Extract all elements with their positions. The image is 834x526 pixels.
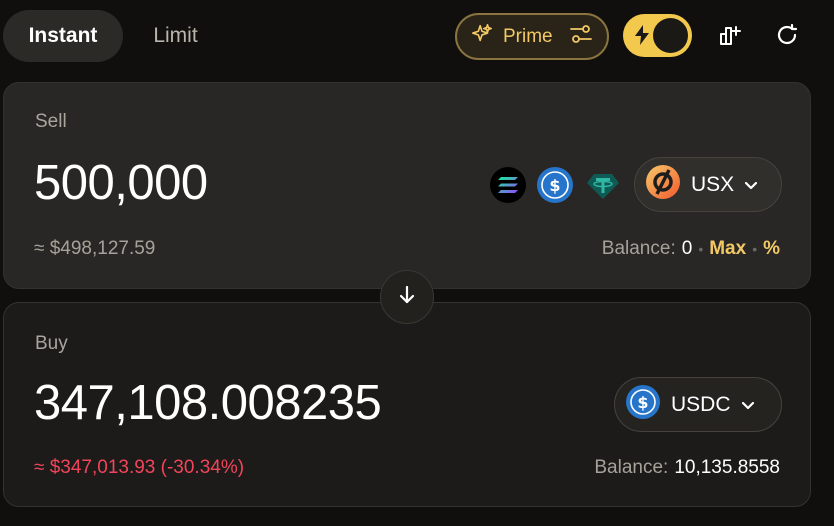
sell-balance: Balance: 0 • Max • % — [602, 238, 780, 260]
top-bar: Instant Limit Prime — [0, 0, 834, 72]
toggle-knob — [653, 18, 688, 53]
buy-balance-label: Balance: — [594, 457, 669, 478]
sell-balance-value: 0 — [681, 238, 693, 259]
sell-amount-input[interactable]: 500,000 — [34, 155, 208, 211]
arrow-down-icon — [398, 285, 416, 310]
usx-icon — [645, 164, 681, 206]
tab-limit[interactable]: Limit — [128, 10, 223, 62]
buy-label: Buy — [35, 333, 68, 354]
swap-widget: Instant Limit Prime Sell 500,000 $ USX ≈… — [0, 0, 834, 526]
separator-dot: • — [752, 241, 758, 257]
svg-text:$: $ — [549, 176, 560, 195]
percent-button[interactable]: % — [763, 238, 780, 260]
add-token-icon[interactable] — [714, 20, 744, 50]
usdt-icon[interactable] — [585, 167, 621, 203]
chevron-down-icon — [741, 393, 755, 417]
usdc-icon[interactable]: $ — [537, 167, 573, 203]
buy-token-selector[interactable]: $ USDC — [614, 377, 782, 432]
buy-fiat-value: ≈ $347,013.93 (-30.34%) — [34, 457, 245, 478]
buy-card: Buy 347,108.008235 $ USDC ≈ $347,013.93 … — [3, 302, 811, 507]
chevron-down-icon — [744, 173, 758, 197]
sliders-icon — [569, 23, 593, 51]
turbo-toggle[interactable] — [623, 14, 692, 57]
usdc-icon: $ — [625, 384, 661, 426]
buy-balance: Balance: 10,135.8558 — [594, 457, 780, 479]
buy-token-symbol: USDC — [671, 392, 731, 416]
sell-fiat-value: ≈ $498,127.59 — [34, 238, 156, 259]
sparkle-icon — [471, 23, 493, 51]
bolt-icon — [634, 25, 650, 50]
tab-instant[interactable]: Instant — [3, 10, 123, 62]
refresh-icon[interactable] — [772, 20, 802, 50]
sell-balance-label: Balance: — [601, 238, 676, 259]
svg-text:$: $ — [637, 393, 648, 412]
sell-token-selector[interactable]: USX — [634, 157, 782, 212]
sell-card: Sell 500,000 $ USX ≈ $498,127.59 Balance… — [3, 82, 811, 289]
buy-amount-output: 347,108.008235 — [34, 376, 382, 430]
solana-icon[interactable] — [490, 167, 526, 203]
separator-dot: • — [698, 241, 704, 257]
sell-label: Sell — [35, 111, 67, 132]
prime-label: Prime — [503, 25, 553, 47]
swap-direction-button[interactable] — [380, 270, 434, 324]
buy-balance-value: 10,135.8558 — [674, 457, 780, 478]
sell-token-symbol: USX — [691, 172, 735, 196]
max-button[interactable]: Max — [709, 238, 746, 260]
prime-button[interactable]: Prime — [455, 13, 609, 60]
